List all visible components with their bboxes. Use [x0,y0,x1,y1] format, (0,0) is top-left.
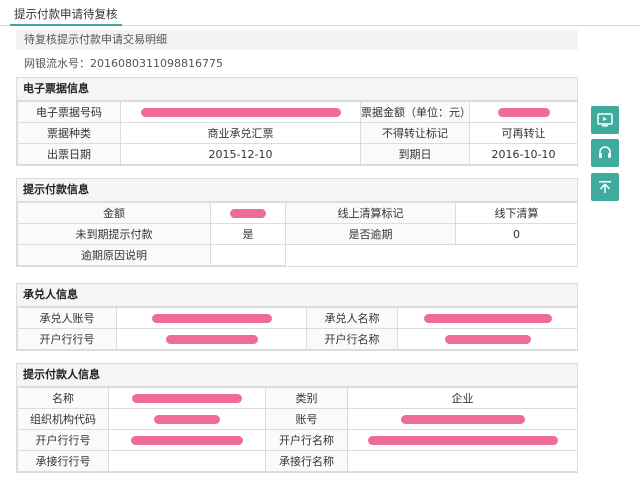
acceptor-name-value [398,308,578,329]
receiving-bank-no-label: 承接行行号 [18,451,109,472]
acceptor-bank-name-label: 开户行名称 [307,329,398,350]
acceptor-bank-no-value [117,329,307,350]
presenter-account-value [348,409,578,430]
presenter-name-label: 名称 [18,388,109,409]
redaction-mark [401,415,525,424]
redaction-mark [498,108,550,117]
presenter-name-value [109,388,266,409]
acceptor-account-label: 承兑人账号 [18,308,117,329]
bill-info-section: 电子票据信息 电子票据号码 票据金额（单位：元） 票据种类 商业承兑汇票 不得转… [16,77,578,166]
headset-icon [597,145,613,161]
table-row: 出票日期 2015-12-10 到期日 2016-10-10 [18,144,578,165]
acceptor-bank-no-label: 开户行行号 [18,329,117,350]
table-row: 逾期原因说明 [18,245,578,266]
empty-cell [456,245,578,266]
bill-no-label: 电子票据号码 [18,102,121,123]
acceptor-bank-name-value [398,329,578,350]
acceptor-account-value [117,308,307,329]
presenter-info-table: 名称 类别 企业 组织机构代码 账号 开户行行号 开户行名称 承接行行号 承接行… [17,387,578,472]
overdue-label: 是否逾期 [286,224,456,245]
overdue-reason-value [211,245,286,266]
redaction-mark [154,415,220,424]
issue-date-label: 出票日期 [18,144,121,165]
issue-date-value: 2015-12-10 [121,144,361,165]
presenter-bank-name-label: 开户行名称 [266,430,348,451]
redaction-mark [141,108,341,117]
presenter-info-title: 提示付款人信息 [17,364,577,387]
payment-info-title: 提示付款信息 [17,179,577,202]
table-row: 未到期提示付款 是 是否逾期 0 [18,224,578,245]
bill-amount-value [470,102,578,123]
table-row: 名称 类别 企业 [18,388,578,409]
transfer-flag-value: 可再转让 [470,123,578,144]
presenter-info-section: 提示付款人信息 名称 类别 企业 组织机构代码 账号 开户行行号 开户行名称 承… [16,363,578,473]
page-subtitle: 待复核提示付款申请交易明细 [16,30,578,50]
serial-value: 2016080311098816775 [90,57,223,70]
back-to-top-icon [597,179,613,195]
bill-no-value [121,102,361,123]
customer-service-button[interactable] [591,139,619,167]
redaction-mark [166,335,258,344]
redaction-mark [368,436,558,445]
presenter-bank-no-value [109,430,266,451]
tab-pending-review[interactable]: 提示付款申请待复核 [10,4,122,26]
table-row: 组织机构代码 账号 [18,409,578,430]
acceptor-info-title: 承兑人信息 [17,284,577,307]
acceptor-info-section: 承兑人信息 承兑人账号 承兑人名称 开户行行号 开户行名称 [16,283,578,351]
due-date-label: 到期日 [361,144,470,165]
bill-amount-label: 票据金额（单位：元） [361,102,470,123]
early-presentation-label: 未到期提示付款 [18,224,211,245]
online-clearing-value: 线下清算 [456,203,578,224]
presenter-category-label: 类别 [266,388,348,409]
redaction-mark [230,209,266,218]
presenter-bank-name-value [348,430,578,451]
org-code-label: 组织机构代码 [18,409,109,430]
receiving-bank-name-value [348,451,578,472]
table-row: 金额 线上清算标记 线下清算 [18,203,578,224]
screen-button[interactable] [591,106,619,134]
redaction-mark [445,335,531,344]
overdue-reason-label: 逾期原因说明 [18,245,211,266]
acceptor-info-table: 承兑人账号 承兑人名称 开户行行号 开户行名称 [17,307,578,350]
amount-label: 金额 [18,203,211,224]
receiving-bank-no-value [109,451,266,472]
bill-info-title: 电子票据信息 [17,78,577,101]
screen-icon [597,113,613,127]
presenter-category-value: 企业 [348,388,578,409]
redaction-mark [152,314,272,323]
redaction-mark [131,436,243,445]
presenter-account-label: 账号 [266,409,348,430]
table-row: 票据种类 商业承兑汇票 不得转让标记 可再转让 [18,123,578,144]
table-row: 承兑人账号 承兑人名称 [18,308,578,329]
receiving-bank-name-label: 承接行名称 [266,451,348,472]
empty-cell [286,245,456,266]
bill-info-table: 电子票据号码 票据金额（单位：元） 票据种类 商业承兑汇票 不得转让标记 可再转… [17,101,578,165]
online-clearing-label: 线上清算标记 [286,203,456,224]
table-row: 开户行行号 开户行名称 [18,430,578,451]
back-to-top-button[interactable] [591,173,619,201]
org-code-value [109,409,266,430]
table-row: 承接行行号 承接行名称 [18,451,578,472]
amount-value [211,203,286,224]
transfer-flag-label: 不得转让标记 [361,123,470,144]
payment-info-table: 金额 线上清算标记 线下清算 未到期提示付款 是 是否逾期 0 逾期原因说明 [17,202,578,266]
due-date-value: 2016-10-10 [470,144,578,165]
redaction-mark [424,314,552,323]
bill-type-value: 商业承兑汇票 [121,123,361,144]
presenter-bank-no-label: 开户行行号 [18,430,109,451]
tab-bar: 提示付款申请待复核 [0,0,640,26]
table-row: 开户行行号 开户行名称 [18,329,578,350]
table-row: 电子票据号码 票据金额（单位：元） [18,102,578,123]
acceptor-name-label: 承兑人名称 [307,308,398,329]
redaction-mark [132,394,242,403]
early-presentation-value: 是 [211,224,286,245]
serial-label: 网银流水号： [24,57,90,70]
serial-number: 网银流水号：2016080311098816775 [16,54,578,74]
bill-type-label: 票据种类 [18,123,121,144]
payment-info-section: 提示付款信息 金额 线上清算标记 线下清算 未到期提示付款 是 是否逾期 0 逾… [16,178,578,267]
overdue-value: 0 [456,224,578,245]
